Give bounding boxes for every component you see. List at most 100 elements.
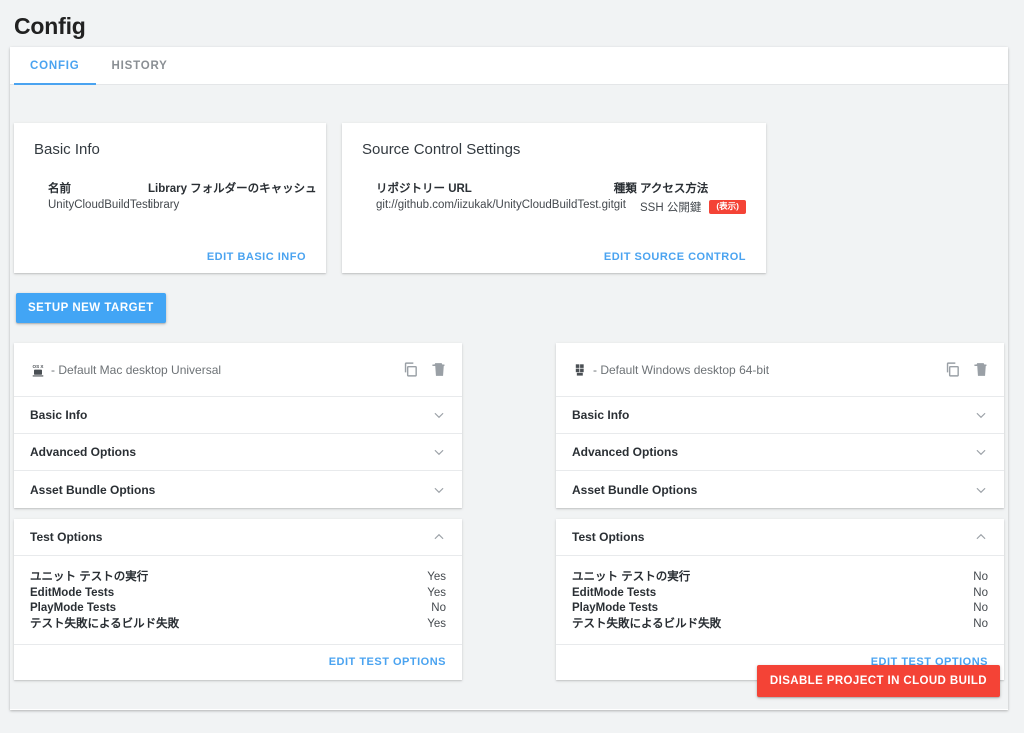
test-option-row: ユニット テストの実行 No bbox=[572, 570, 988, 586]
option-name: PlayMode Tests bbox=[30, 602, 117, 614]
chevron-down-icon bbox=[974, 408, 988, 422]
field-value: SSH 公開鍵 bbox=[639, 202, 702, 214]
trash-icon[interactable] bbox=[973, 361, 990, 378]
section-test-options[interactable]: Test Options bbox=[556, 519, 1004, 556]
option-value: No bbox=[973, 571, 988, 583]
field-label: リポジトリー URL bbox=[376, 183, 472, 195]
chevron-down-icon bbox=[432, 445, 446, 459]
option-name: テスト失敗によるビルド失敗 bbox=[572, 617, 722, 630]
basic-info-fields: 名前 UnityCloudBuildTest Library フォルダーのキャッ… bbox=[34, 180, 317, 247]
edit-test-options-link[interactable]: EDIT TEST OPTIONS bbox=[14, 645, 462, 680]
option-name: ユニット テストの実行 bbox=[572, 571, 691, 583]
option-name: EditMode Tests bbox=[30, 586, 115, 599]
source-control-heading: Source Control Settings bbox=[362, 141, 521, 158]
target-header: - Default Windows desktop 64-bit bbox=[556, 343, 1004, 397]
option-value: No bbox=[973, 586, 988, 599]
target-header: OS X - Default Mac desktop Universal bbox=[14, 343, 462, 397]
field-value: git://github.com/iizukak/UnityCloudBuild… bbox=[376, 199, 614, 211]
config-panel: CONFIG HISTORY Basic Info 名前 UnityCloudB… bbox=[10, 47, 1008, 710]
field-label: 名前 bbox=[48, 183, 71, 195]
option-value: No bbox=[431, 602, 446, 614]
option-name: EditMode Tests bbox=[572, 586, 657, 599]
section-label: Basic Info bbox=[30, 408, 88, 422]
chevron-down-icon bbox=[432, 483, 446, 497]
chevron-up-icon bbox=[974, 530, 988, 544]
source-control-card: Source Control Settings リポジトリー URL git:/… bbox=[342, 123, 766, 273]
osx-icon: OS X bbox=[30, 362, 46, 378]
target-card-main: OS X - Default Mac desktop Universal Bas… bbox=[14, 343, 462, 508]
section-basic-info[interactable]: Basic Info bbox=[556, 397, 1004, 434]
test-option-row: PlayMode Tests No bbox=[30, 601, 446, 617]
section-label: Asset Bundle Options bbox=[30, 482, 156, 497]
build-target-mac: OS X - Default Mac desktop Universal Bas… bbox=[14, 343, 462, 680]
option-name: PlayMode Tests bbox=[572, 602, 659, 614]
info-cards-row: Basic Info 名前 UnityCloudBuildTest Librar… bbox=[14, 123, 766, 273]
section-label: Asset Bundle Options bbox=[572, 482, 698, 497]
setup-new-target-button[interactable]: SETUP NEW TARGET bbox=[16, 293, 166, 323]
tab-config-label: CONFIG bbox=[30, 59, 80, 72]
option-name: ユニット テストの実行 bbox=[30, 571, 149, 583]
edit-source-control-link[interactable]: EDIT SOURCE CONTROL bbox=[362, 247, 746, 263]
field-access-method: アクセス方法 SSH 公開鍵 (表示) bbox=[640, 180, 746, 247]
field-label: 種類 bbox=[613, 183, 637, 195]
tab-bar: CONFIG HISTORY bbox=[10, 47, 1008, 85]
option-value: Yes bbox=[427, 586, 446, 599]
section-label: Advanced Options bbox=[572, 445, 679, 459]
test-option-row: EditMode Tests Yes bbox=[30, 586, 446, 602]
panel-body: Basic Info 名前 UnityCloudBuildTest Librar… bbox=[10, 85, 1008, 709]
edit-basic-info-link[interactable]: EDIT BASIC INFO bbox=[34, 247, 306, 263]
section-asset-bundle-options[interactable]: Asset Bundle Options bbox=[556, 471, 1004, 508]
disable-project-button[interactable]: DISABLE PROJECT IN CLOUD BUILD bbox=[756, 665, 1000, 697]
config-page: Config CONFIG HISTORY Basic Info 名前 Unit… bbox=[0, 0, 1024, 733]
test-option-row: PlayMode Tests No bbox=[572, 601, 988, 617]
section-label: Advanced Options bbox=[30, 445, 137, 459]
chevron-down-icon bbox=[974, 445, 988, 459]
page-title: Config bbox=[14, 13, 86, 39]
target-card-main: - Default Windows desktop 64-bit Basic I… bbox=[556, 343, 1004, 508]
target-card-test-options: Test Options ユニット テストの実行 Yes EditMode Te… bbox=[14, 519, 462, 680]
svg-text:OS X: OS X bbox=[33, 364, 45, 369]
field-value: UnityCloudBuildTest bbox=[48, 199, 151, 211]
build-targets-container: OS X - Default Mac desktop Universal Bas… bbox=[14, 343, 1004, 680]
tab-config[interactable]: CONFIG bbox=[14, 47, 96, 85]
option-name: テスト失敗によるビルド失敗 bbox=[30, 617, 180, 630]
field-value: library bbox=[148, 199, 180, 211]
windows-icon bbox=[572, 362, 588, 378]
source-control-fields: リポジトリー URL git://github.com/iizukak/Unit… bbox=[362, 180, 746, 247]
show-key-badge[interactable]: (表示) bbox=[709, 200, 746, 214]
copy-icon[interactable] bbox=[402, 361, 419, 378]
chevron-down-icon bbox=[974, 483, 988, 497]
chevron-down-icon bbox=[432, 408, 446, 422]
section-basic-info[interactable]: Basic Info bbox=[14, 397, 462, 434]
section-advanced-options[interactable]: Advanced Options bbox=[14, 434, 462, 471]
section-label: Test Options bbox=[30, 530, 103, 544]
target-title: - Default Windows desktop 64-bit bbox=[593, 362, 770, 377]
tab-history-label: HISTORY bbox=[111, 59, 168, 72]
section-test-options[interactable]: Test Options bbox=[14, 519, 462, 556]
basic-info-heading: Basic Info bbox=[34, 141, 100, 158]
option-value: No bbox=[973, 617, 988, 630]
section-label: Test Options bbox=[572, 530, 645, 544]
field-label: アクセス方法 bbox=[639, 183, 709, 195]
test-option-row: EditMode Tests No bbox=[572, 586, 988, 602]
build-target-windows: - Default Windows desktop 64-bit Basic I… bbox=[556, 343, 1004, 680]
basic-info-card: Basic Info 名前 UnityCloudBuildTest Librar… bbox=[14, 123, 326, 273]
copy-icon[interactable] bbox=[944, 361, 961, 378]
tab-history[interactable]: HISTORY bbox=[96, 47, 184, 84]
target-card-test-options: Test Options ユニット テストの実行 No EditMode Tes… bbox=[556, 519, 1004, 680]
section-advanced-options[interactable]: Advanced Options bbox=[556, 434, 1004, 471]
test-option-row: テスト失敗によるビルド失敗 No bbox=[572, 617, 988, 633]
option-value: No bbox=[973, 602, 988, 614]
field-repo-type: 種類 git bbox=[614, 180, 640, 247]
test-option-row: ユニット テストの実行 Yes bbox=[30, 570, 446, 586]
field-label: Library フォルダーのキャッシュ bbox=[148, 183, 317, 195]
target-actions bbox=[402, 361, 448, 378]
target-title: - Default Mac desktop Universal bbox=[51, 362, 222, 377]
test-option-row: テスト失敗によるビルド失敗 Yes bbox=[30, 617, 446, 633]
field-library-cache: Library フォルダーのキャッシュ library bbox=[148, 180, 317, 247]
option-value: Yes bbox=[427, 617, 446, 630]
section-asset-bundle-options[interactable]: Asset Bundle Options bbox=[14, 471, 462, 508]
trash-icon[interactable] bbox=[431, 361, 448, 378]
field-value: git bbox=[613, 199, 626, 211]
test-options-body: ユニット テストの実行 No EditMode Tests No PlayMod… bbox=[556, 556, 1004, 645]
